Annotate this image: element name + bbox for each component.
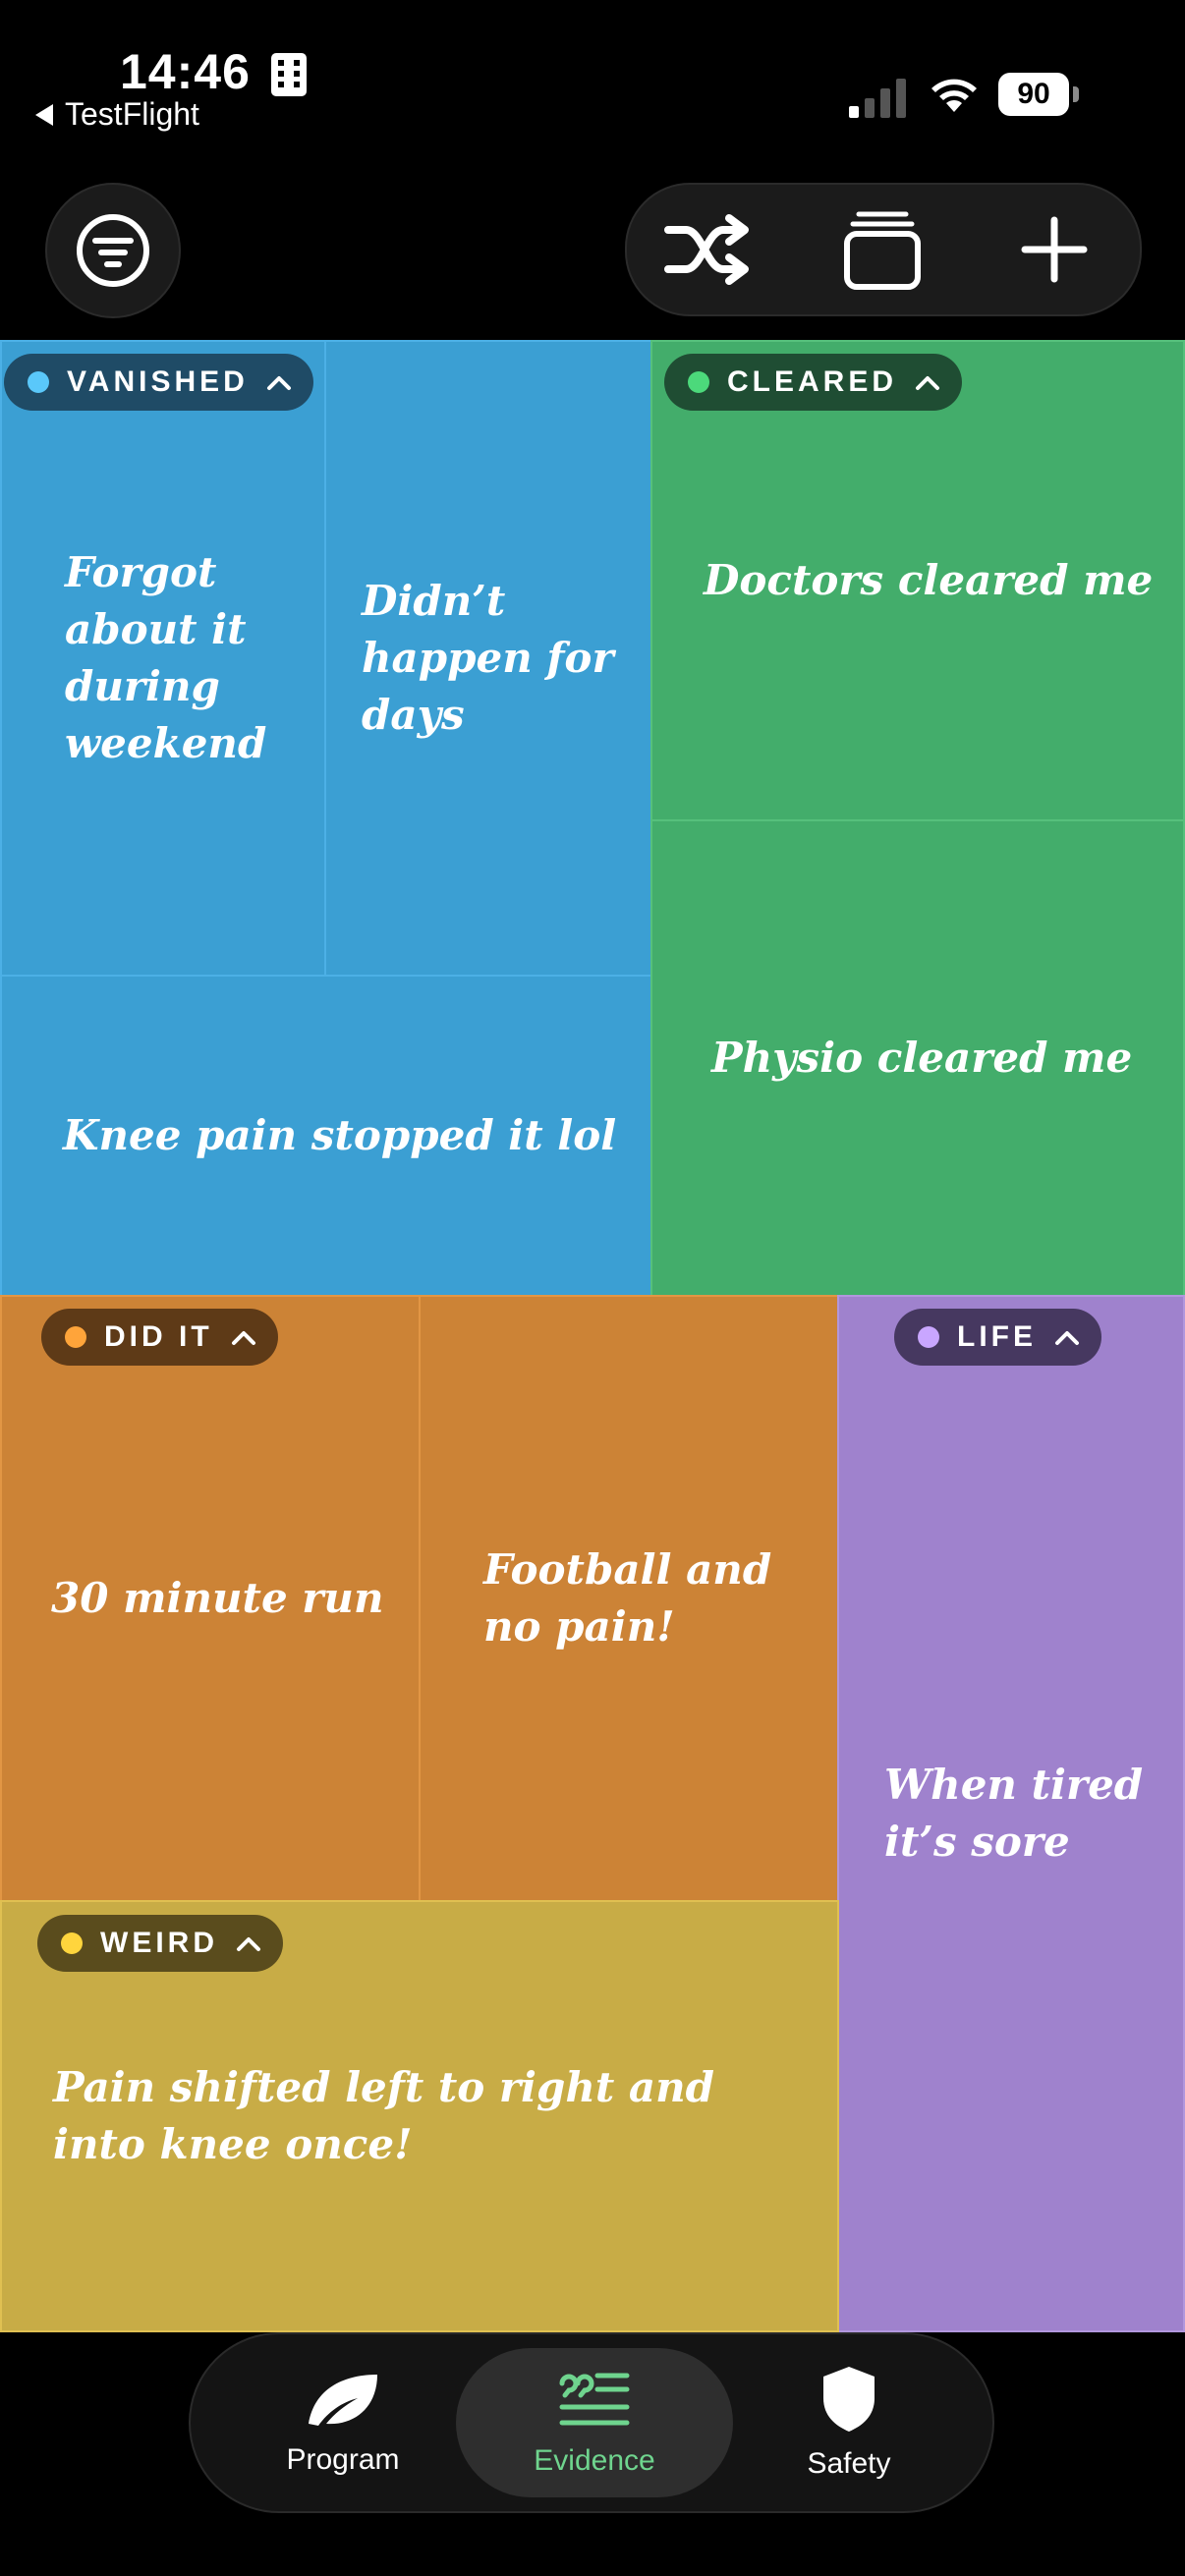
quote-list-icon bbox=[559, 2373, 630, 2426]
group-header-did-it[interactable]: DID IT bbox=[41, 1309, 278, 1366]
building-icon bbox=[271, 53, 307, 96]
battery-indicator: 90 bbox=[998, 73, 1081, 118]
plus-icon bbox=[1021, 216, 1088, 283]
tab-bar: Program Evidence Safety bbox=[189, 2332, 994, 2513]
cards-view-button[interactable] bbox=[823, 185, 941, 314]
status-bar: 14:46 TestFlight 90 bbox=[0, 0, 1185, 147]
back-app-label: TestFlight bbox=[65, 96, 199, 132]
evidence-tile[interactable]: Physio cleared me bbox=[650, 819, 1185, 1297]
shuffle-icon bbox=[664, 214, 749, 285]
shield-icon bbox=[823, 2367, 875, 2432]
shuffle-button[interactable] bbox=[649, 185, 766, 314]
status-time: 14:46 bbox=[120, 44, 251, 99]
group-label: VANISHED bbox=[67, 365, 249, 398]
group-color-dot bbox=[688, 371, 709, 393]
evidence-tile[interactable]: 30 minute run bbox=[0, 1295, 421, 1902]
group-header-life[interactable]: LIFE bbox=[894, 1309, 1101, 1366]
back-to-app-link[interactable]: TestFlight bbox=[35, 96, 199, 133]
group-label: WEIRD bbox=[100, 1927, 218, 1959]
chevron-up-icon bbox=[1055, 1331, 1079, 1345]
evidence-text: Pain shifted left to right and into knee… bbox=[53, 2063, 715, 2168]
evidence-text: 30 minute run bbox=[51, 1574, 384, 1622]
tab-safety[interactable]: Safety bbox=[741, 2334, 957, 2511]
group-color-dot bbox=[918, 1326, 939, 1348]
tab-evidence[interactable]: Evidence bbox=[456, 2348, 733, 2497]
evidence-text: Doctors cleared me bbox=[704, 556, 1154, 604]
chevron-up-icon bbox=[231, 1331, 255, 1345]
group-label: DID IT bbox=[104, 1320, 213, 1353]
chevron-up-icon bbox=[266, 376, 291, 390]
group-label: CLEARED bbox=[727, 365, 898, 398]
add-button[interactable] bbox=[995, 185, 1113, 314]
group-header-vanished[interactable]: VANISHED bbox=[4, 354, 313, 411]
chevron-up-icon bbox=[916, 376, 940, 390]
back-arrow-icon bbox=[35, 103, 53, 126]
group-header-weird[interactable]: WEIRD bbox=[37, 1915, 283, 1972]
evidence-tile[interactable]: Knee pain stopped it lol bbox=[0, 975, 652, 1297]
evidence-tile[interactable]: Forgot about it during weekend bbox=[0, 340, 326, 977]
evidence-tile[interactable]: Doctors cleared me bbox=[650, 340, 1185, 821]
group-color-dot bbox=[65, 1326, 86, 1348]
evidence-text: Didn’t happen for days bbox=[362, 577, 614, 739]
stack-icon bbox=[844, 211, 921, 290]
battery-level: 90 bbox=[998, 73, 1069, 116]
toolbar-actions bbox=[625, 183, 1142, 316]
evidence-text: Knee pain stopped it lol bbox=[63, 1111, 617, 1159]
group-header-cleared[interactable]: CLEARED bbox=[664, 354, 963, 411]
group-color-dot bbox=[61, 1932, 83, 1954]
tab-label: Program bbox=[286, 2443, 400, 2476]
evidence-tile[interactable]: Didn’t happen for days bbox=[324, 340, 652, 977]
leaf-icon bbox=[309, 2375, 377, 2426]
evidence-text: When tired it’s sore bbox=[884, 1761, 1144, 1866]
evidence-text: Physio cleared me bbox=[711, 1034, 1133, 1082]
tab-label: Safety bbox=[807, 2447, 891, 2480]
chevron-up-icon bbox=[237, 1937, 260, 1951]
evidence-tile[interactable]: Football and no pain! bbox=[419, 1295, 839, 1902]
evidence-text: Forgot about it during weekend bbox=[65, 548, 267, 767]
evidence-tile[interactable]: When tired it’s sore bbox=[837, 1295, 1185, 2332]
filter-button[interactable] bbox=[45, 183, 181, 318]
group-label: LIFE bbox=[957, 1320, 1037, 1353]
wifi-icon bbox=[931, 79, 977, 112]
tab-label: Evidence bbox=[534, 2444, 655, 2477]
cellular-signal-icon bbox=[849, 79, 906, 118]
tab-program[interactable]: Program bbox=[230, 2334, 456, 2511]
filter-icon bbox=[77, 214, 149, 287]
evidence-text: Football and no pain! bbox=[483, 1545, 772, 1651]
group-color-dot bbox=[28, 371, 49, 393]
